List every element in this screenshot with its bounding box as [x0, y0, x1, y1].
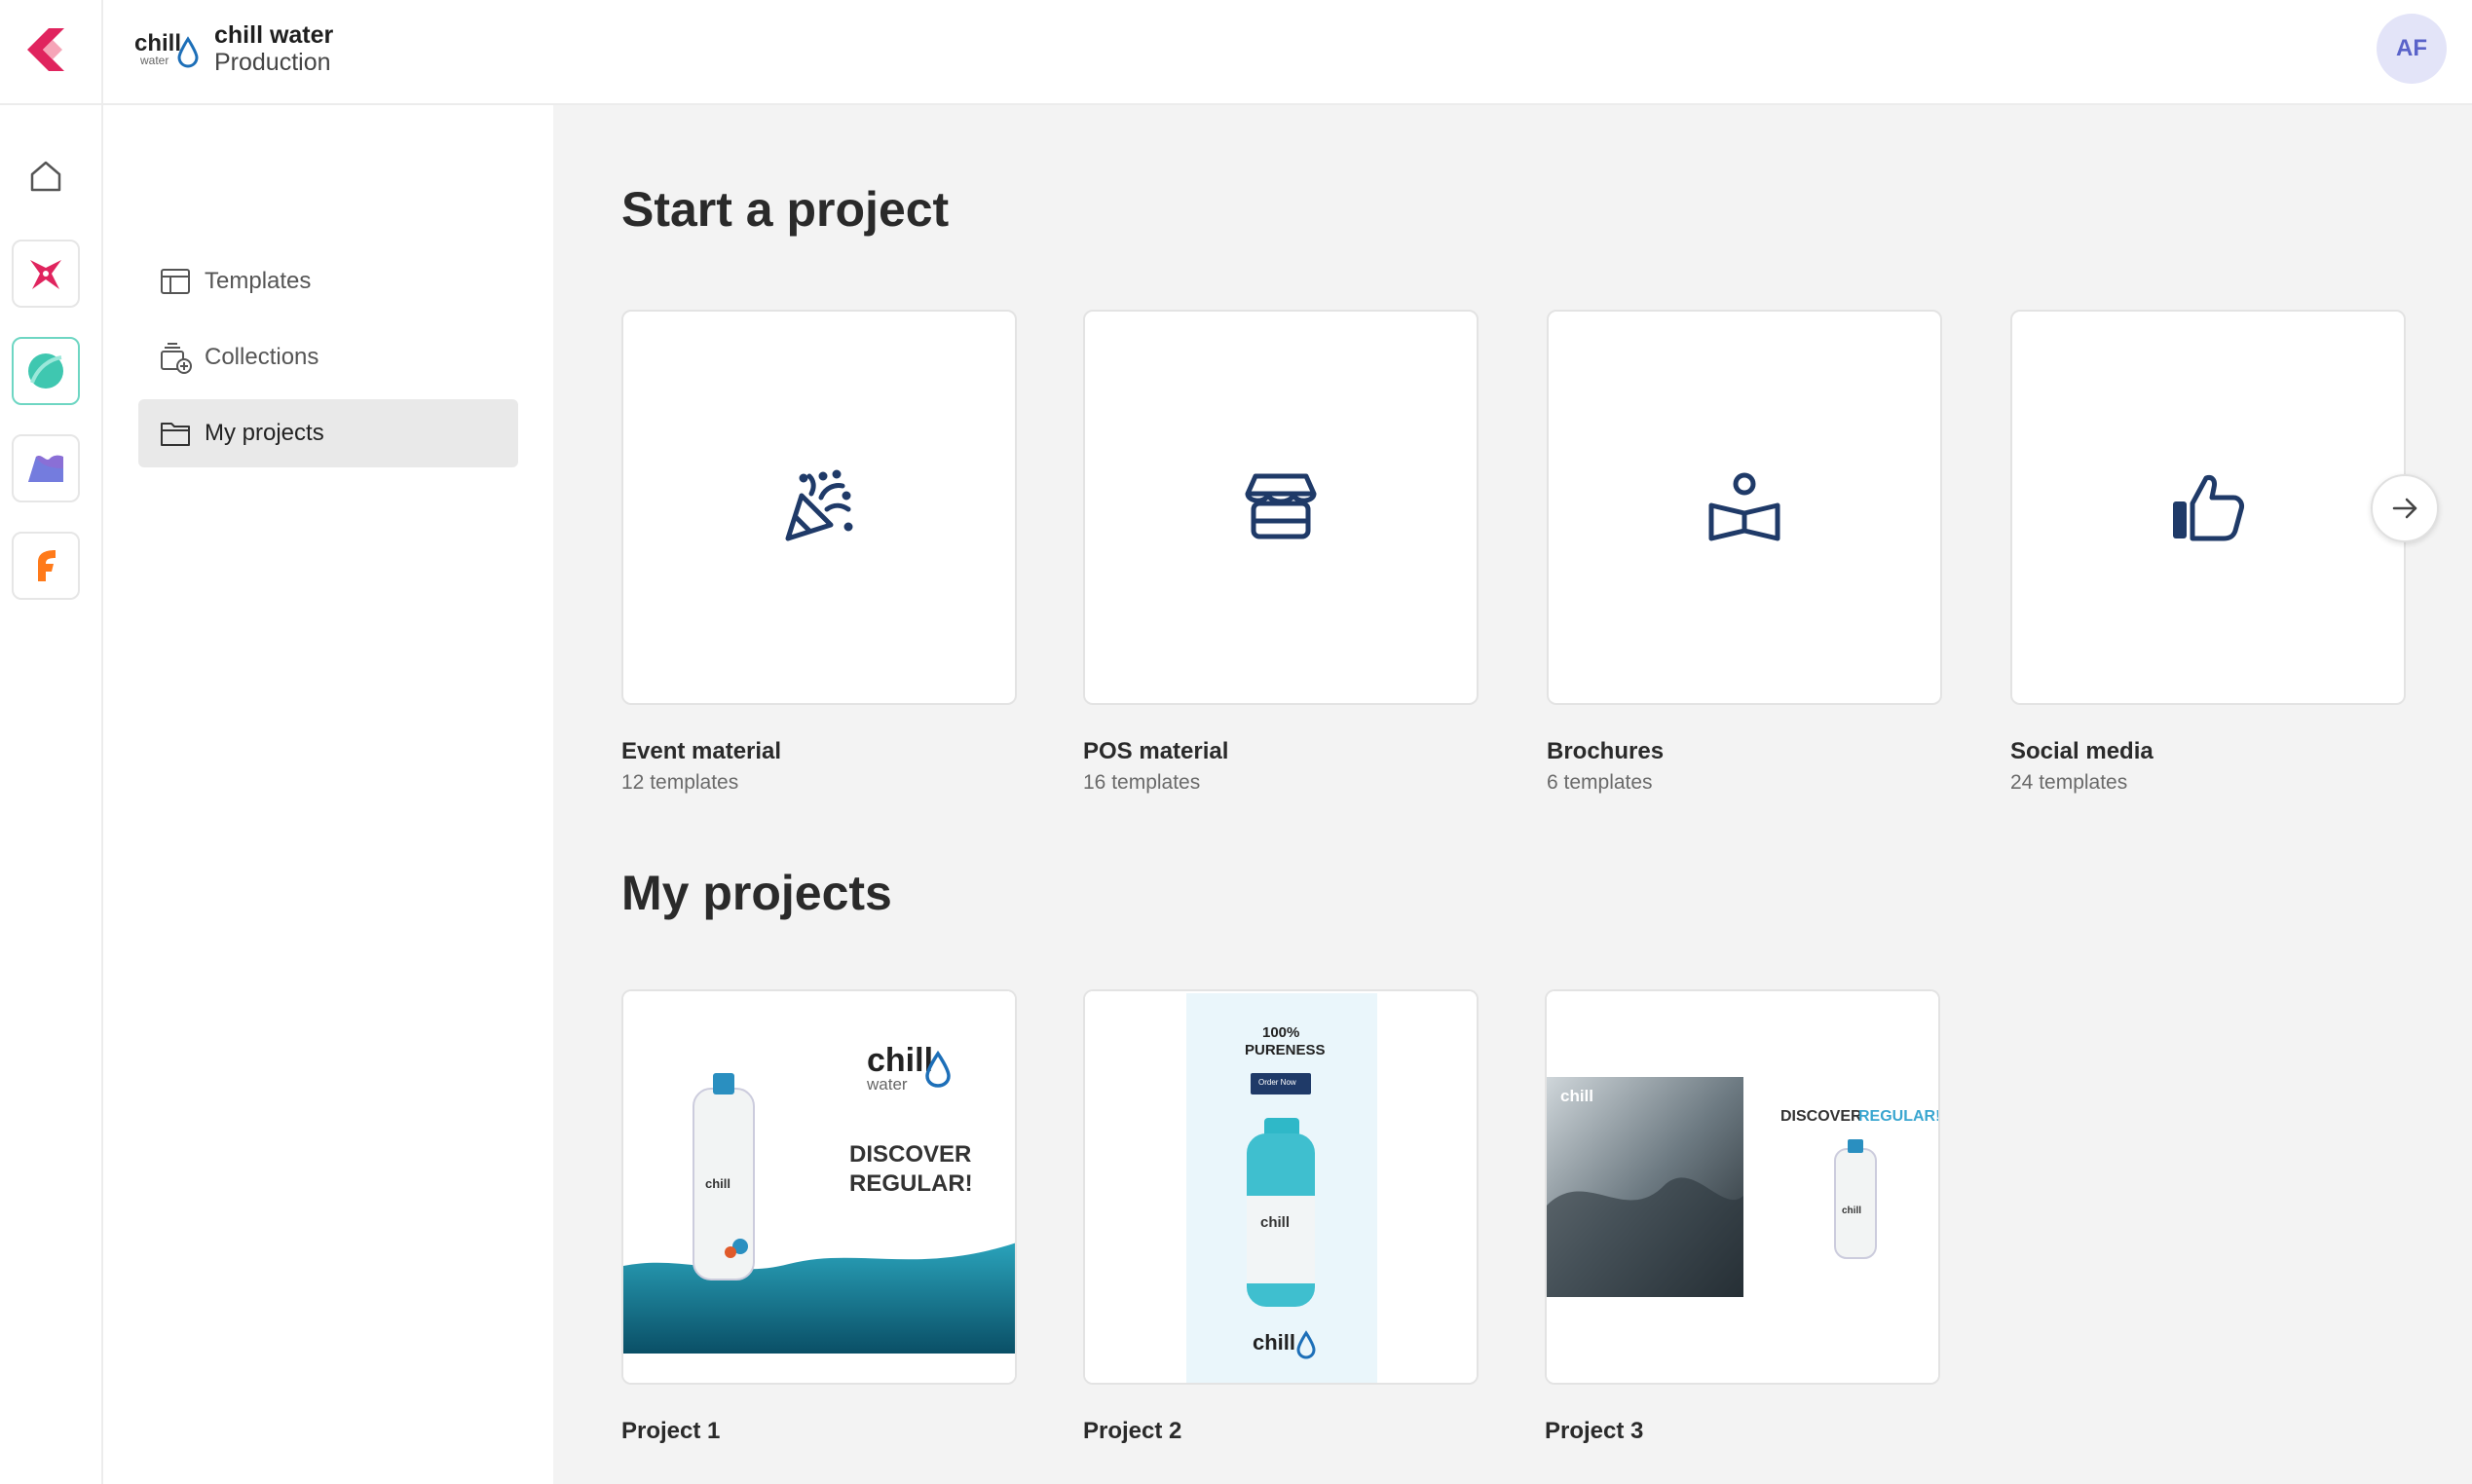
project-3-thumbnail: chill: [1547, 991, 1938, 1383]
svg-text:chill: chill: [1260, 1214, 1290, 1231]
category-card-brochures[interactable]: [1547, 310, 1942, 705]
nav-item-my-projects[interactable]: My projects: [138, 399, 518, 467]
svg-text:chill: chill: [1842, 1206, 1861, 1216]
nav-item-collections[interactable]: Collections: [138, 323, 518, 391]
category-card-social-media[interactable]: [2010, 310, 2406, 705]
project-card-1[interactable]: chill chill water DISCOVER REGULAR!: [621, 989, 1017, 1385]
project-label: Project 2: [1083, 1418, 1182, 1444]
header-divider: [101, 0, 103, 105]
project-label: Project 1: [621, 1418, 721, 1444]
arrow-right-icon: [2392, 498, 2417, 519]
thumbs-up-icon: [2173, 475, 2244, 541]
svg-text:chill: chill: [134, 30, 181, 56]
project-3-headline-a: DISCOVER: [1780, 1108, 1862, 1125]
category-card-event-material[interactable]: [621, 310, 1017, 705]
nav-item-label: My projects: [205, 420, 324, 446]
storefront-icon: [1245, 473, 1317, 539]
water-drop-icon: [925, 1050, 951, 1088]
collections-add-icon: [161, 343, 192, 374]
project-2-headline-2: PURENESS: [1245, 1042, 1326, 1058]
project-2-brand: chill: [1253, 1330, 1296, 1354]
svg-text:water: water: [139, 54, 169, 67]
home-icon[interactable]: [12, 142, 80, 210]
top-bar: chill water chill water Production AF: [0, 0, 2472, 105]
app-logo-icon[interactable]: [19, 23, 72, 76]
party-popper-icon: [785, 469, 853, 541]
carousel-next-button[interactable]: [2371, 474, 2439, 542]
category-label: POS material: [1083, 738, 1229, 764]
project-1-brand-sub: water: [867, 1075, 908, 1094]
nav-item-label: Templates: [205, 268, 312, 294]
f-app-icon[interactable]: [12, 532, 80, 600]
category-card-pos-material[interactable]: [1083, 310, 1479, 705]
project-label: Project 3: [1545, 1418, 1644, 1444]
project-2-headline-1: 100%: [1262, 1024, 1300, 1041]
folder-icon: [161, 423, 190, 446]
project-1-headline-2: REGULAR!: [849, 1170, 973, 1197]
workspace-subtitle: Production: [214, 49, 331, 76]
category-count: 6 templates: [1547, 771, 1653, 794]
nav-item-templates[interactable]: Templates: [138, 247, 518, 315]
category-count: 16 templates: [1083, 771, 1201, 794]
project-1-headline-1: DISCOVER: [849, 1141, 972, 1168]
category-label: Brochures: [1547, 738, 1665, 764]
project-card-2[interactable]: chill 100% PURENESS Order Now chill: [1083, 989, 1479, 1385]
svg-text:chill: chill: [705, 1176, 730, 1191]
wave-app-icon[interactable]: [12, 434, 80, 502]
leaf-app-icon[interactable]: [12, 337, 80, 405]
user-avatar[interactable]: AF: [2377, 14, 2447, 84]
start-project-heading: Start a project: [621, 182, 950, 237]
project-3-headline-b: REGULAR!: [1858, 1108, 1940, 1125]
layout-icon: [161, 269, 190, 294]
nav-item-label: Collections: [205, 344, 319, 370]
workspace-name: chill water: [214, 21, 334, 49]
category-count: 24 templates: [2010, 771, 2128, 794]
project-card-3[interactable]: chill chill DISCOVER REGULAR!: [1545, 989, 1940, 1385]
reader-book-icon: [1708, 472, 1780, 541]
app-rail: [0, 105, 103, 1484]
category-label: Event material: [621, 738, 782, 764]
chill-water-logo: chill water: [134, 25, 203, 72]
project-3-brand: chill: [1560, 1087, 1594, 1105]
category-count: 12 templates: [621, 771, 739, 794]
project-2-order-button: Order Now: [1258, 1078, 1296, 1087]
secondary-nav: Templates Collections My projects: [103, 105, 553, 1484]
my-projects-heading: My projects: [621, 866, 892, 920]
star-app-icon[interactable]: [12, 240, 80, 308]
water-drop-icon: [1296, 1330, 1316, 1359]
category-label: Social media: [2010, 738, 2154, 764]
